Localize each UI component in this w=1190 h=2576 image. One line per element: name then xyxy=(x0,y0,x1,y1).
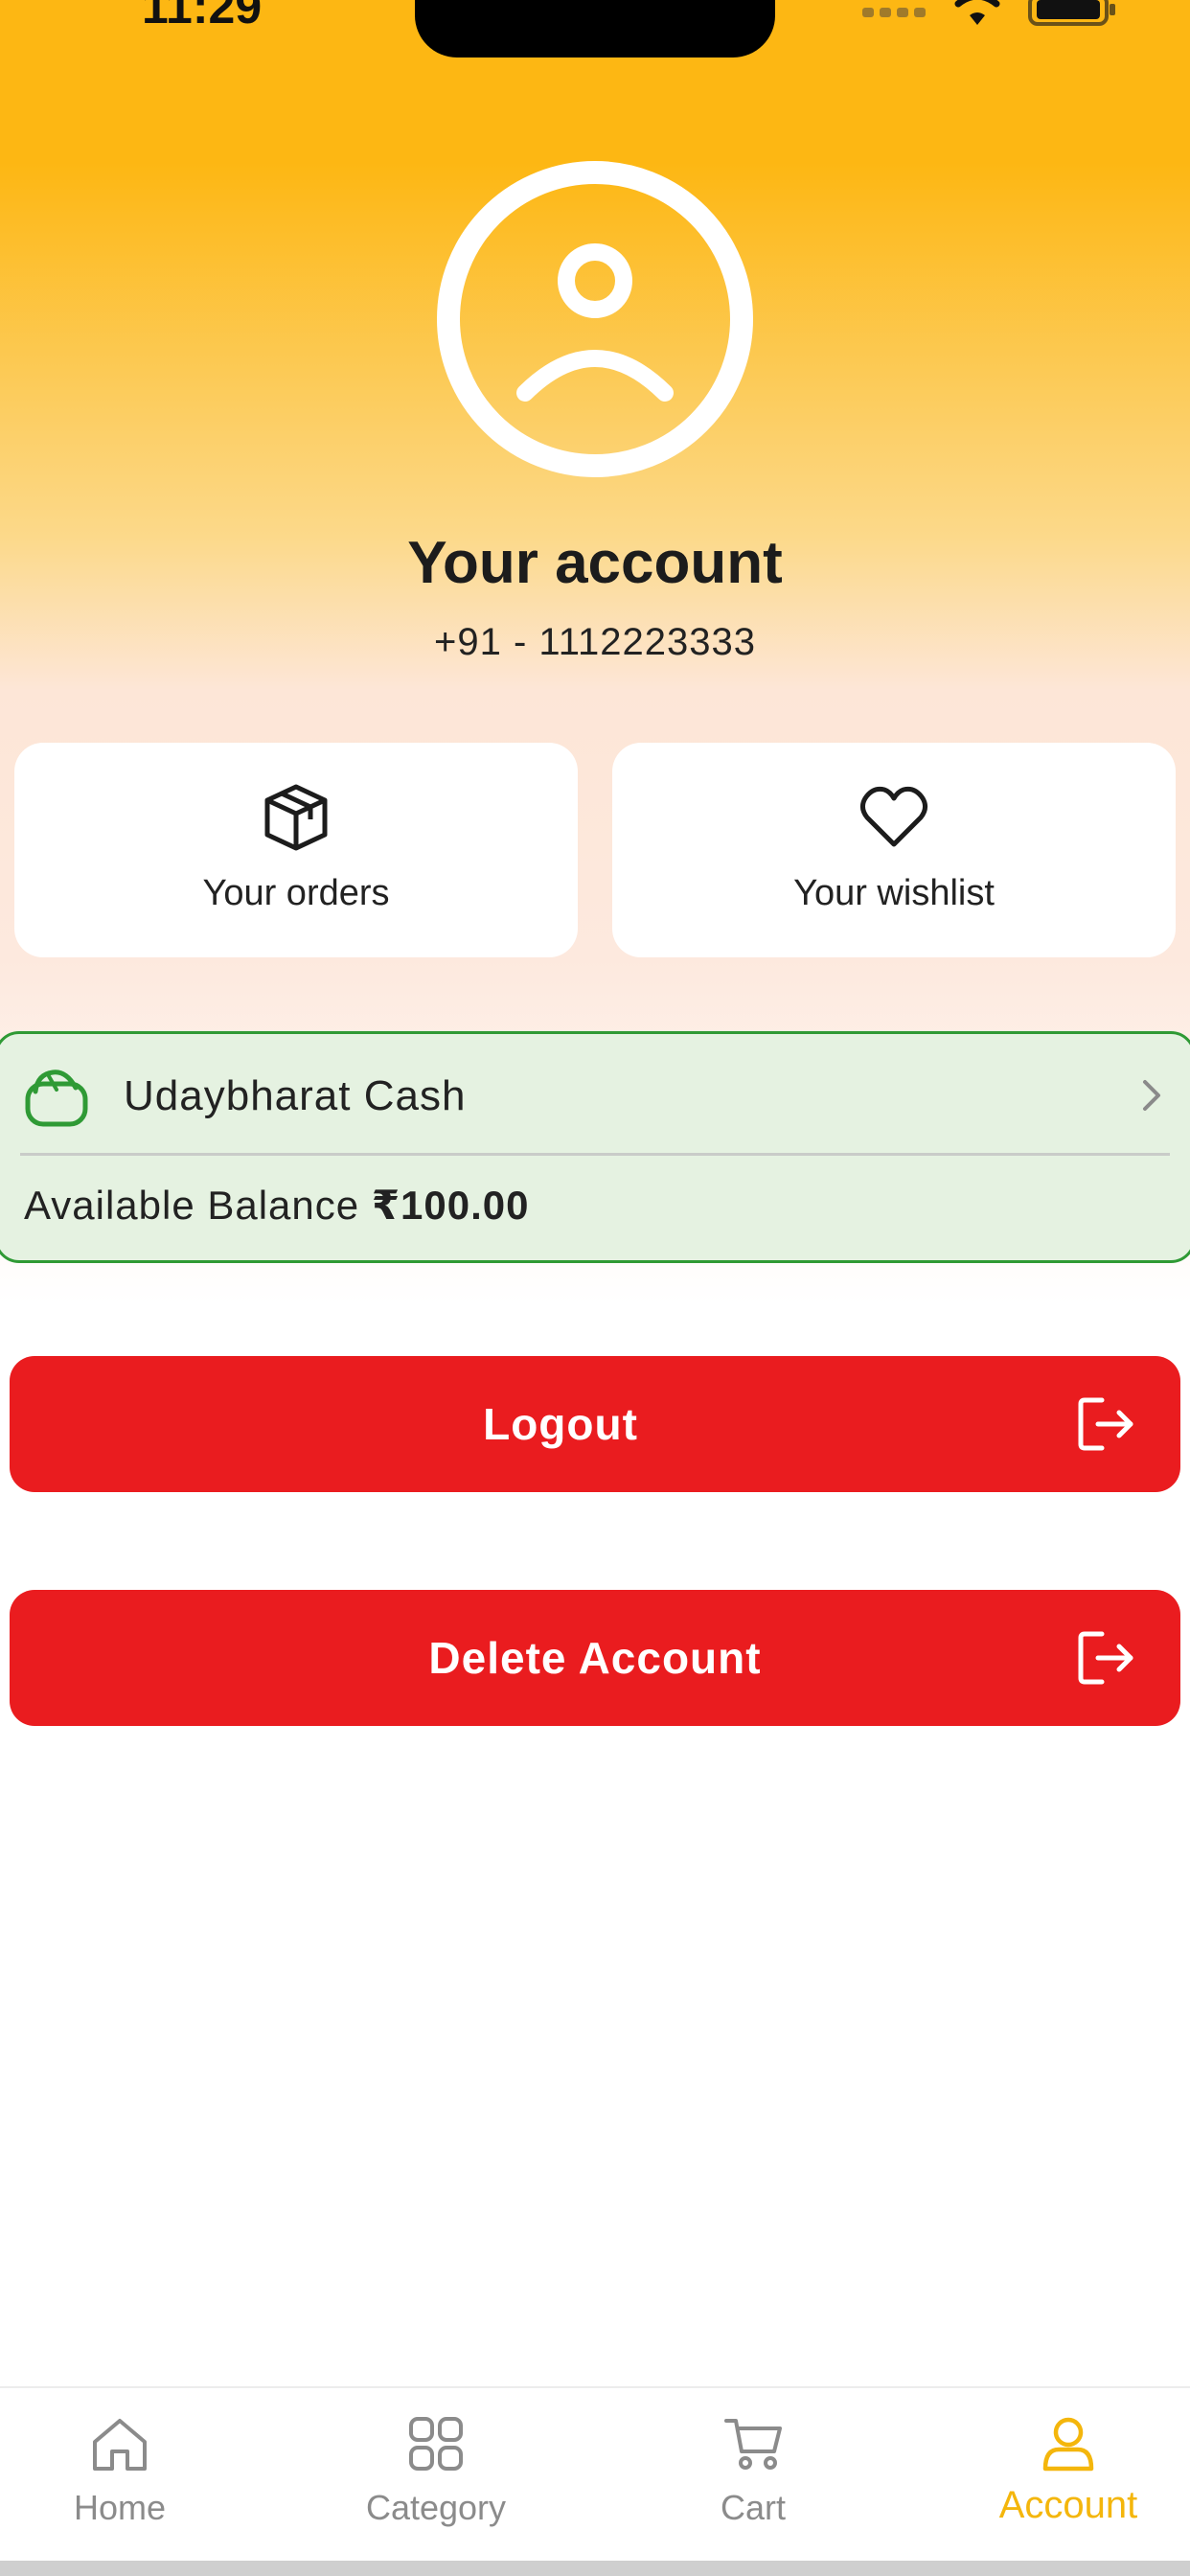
your-orders-label: Your orders xyxy=(202,873,390,913)
phone-number: +91 - 1112223333 xyxy=(434,621,756,663)
logout-button[interactable]: Logout xyxy=(10,1356,1180,1492)
nav-label-account: Account xyxy=(998,2484,1138,2526)
grid-icon xyxy=(409,2417,463,2471)
battery-icon xyxy=(1028,0,1115,26)
logout-icon xyxy=(1078,1631,1133,1685)
page-title: Your account xyxy=(407,530,783,596)
cart-icon xyxy=(724,2419,782,2470)
delete-account-label: Delete Account xyxy=(428,1633,762,1683)
home-indicator xyxy=(0,2561,1190,2576)
nav-item-home[interactable]: Home xyxy=(0,2388,263,2561)
nav-item-category[interactable]: Category xyxy=(292,2388,580,2561)
user-icon xyxy=(1042,2417,1094,2472)
cash-row[interactable]: Udaybharat Cash xyxy=(0,1034,1190,1157)
wifi-icon xyxy=(954,0,1000,25)
your-orders-tile[interactable]: Your orders xyxy=(14,743,578,957)
status-time: 11:29 xyxy=(142,0,263,34)
nav-label-home: Home xyxy=(73,2488,167,2527)
cash-label: Udaybharat Cash xyxy=(124,1072,467,1119)
bottom-navigation: Home Category Cart Account xyxy=(0,2386,1190,2561)
signal-icon xyxy=(862,8,926,17)
balance-label: Available Balance xyxy=(24,1183,360,1228)
available-balance: Available Balance ₹100.00 xyxy=(24,1182,530,1229)
logout-label: Logout xyxy=(483,1399,638,1449)
your-wishlist-label: Your wishlist xyxy=(793,873,995,913)
camera-notch xyxy=(415,0,775,58)
delete-account-button[interactable]: Delete Account xyxy=(10,1590,1180,1726)
balance-amount: ₹100.00 xyxy=(371,1183,530,1228)
status-icons xyxy=(860,0,1119,31)
nav-item-account[interactable]: Account xyxy=(925,2388,1190,2561)
home-icon xyxy=(93,2419,147,2471)
profile-avatar-icon xyxy=(437,161,753,477)
nav-label-cart: Cart xyxy=(720,2488,786,2527)
logout-icon xyxy=(1078,1397,1133,1451)
wallet-icon xyxy=(25,1070,88,1127)
nav-label-category: Category xyxy=(365,2488,507,2527)
your-wishlist-tile[interactable]: Your wishlist xyxy=(612,743,1176,957)
udaybharat-cash-card: Udaybharat Cash Available Balance ₹100.0… xyxy=(0,1031,1190,1263)
chevron-right-icon xyxy=(1143,1080,1160,1111)
package-icon xyxy=(264,784,328,851)
nav-item-cart[interactable]: Cart xyxy=(609,2388,897,2561)
divider xyxy=(20,1153,1170,1156)
heart-icon xyxy=(859,786,928,847)
